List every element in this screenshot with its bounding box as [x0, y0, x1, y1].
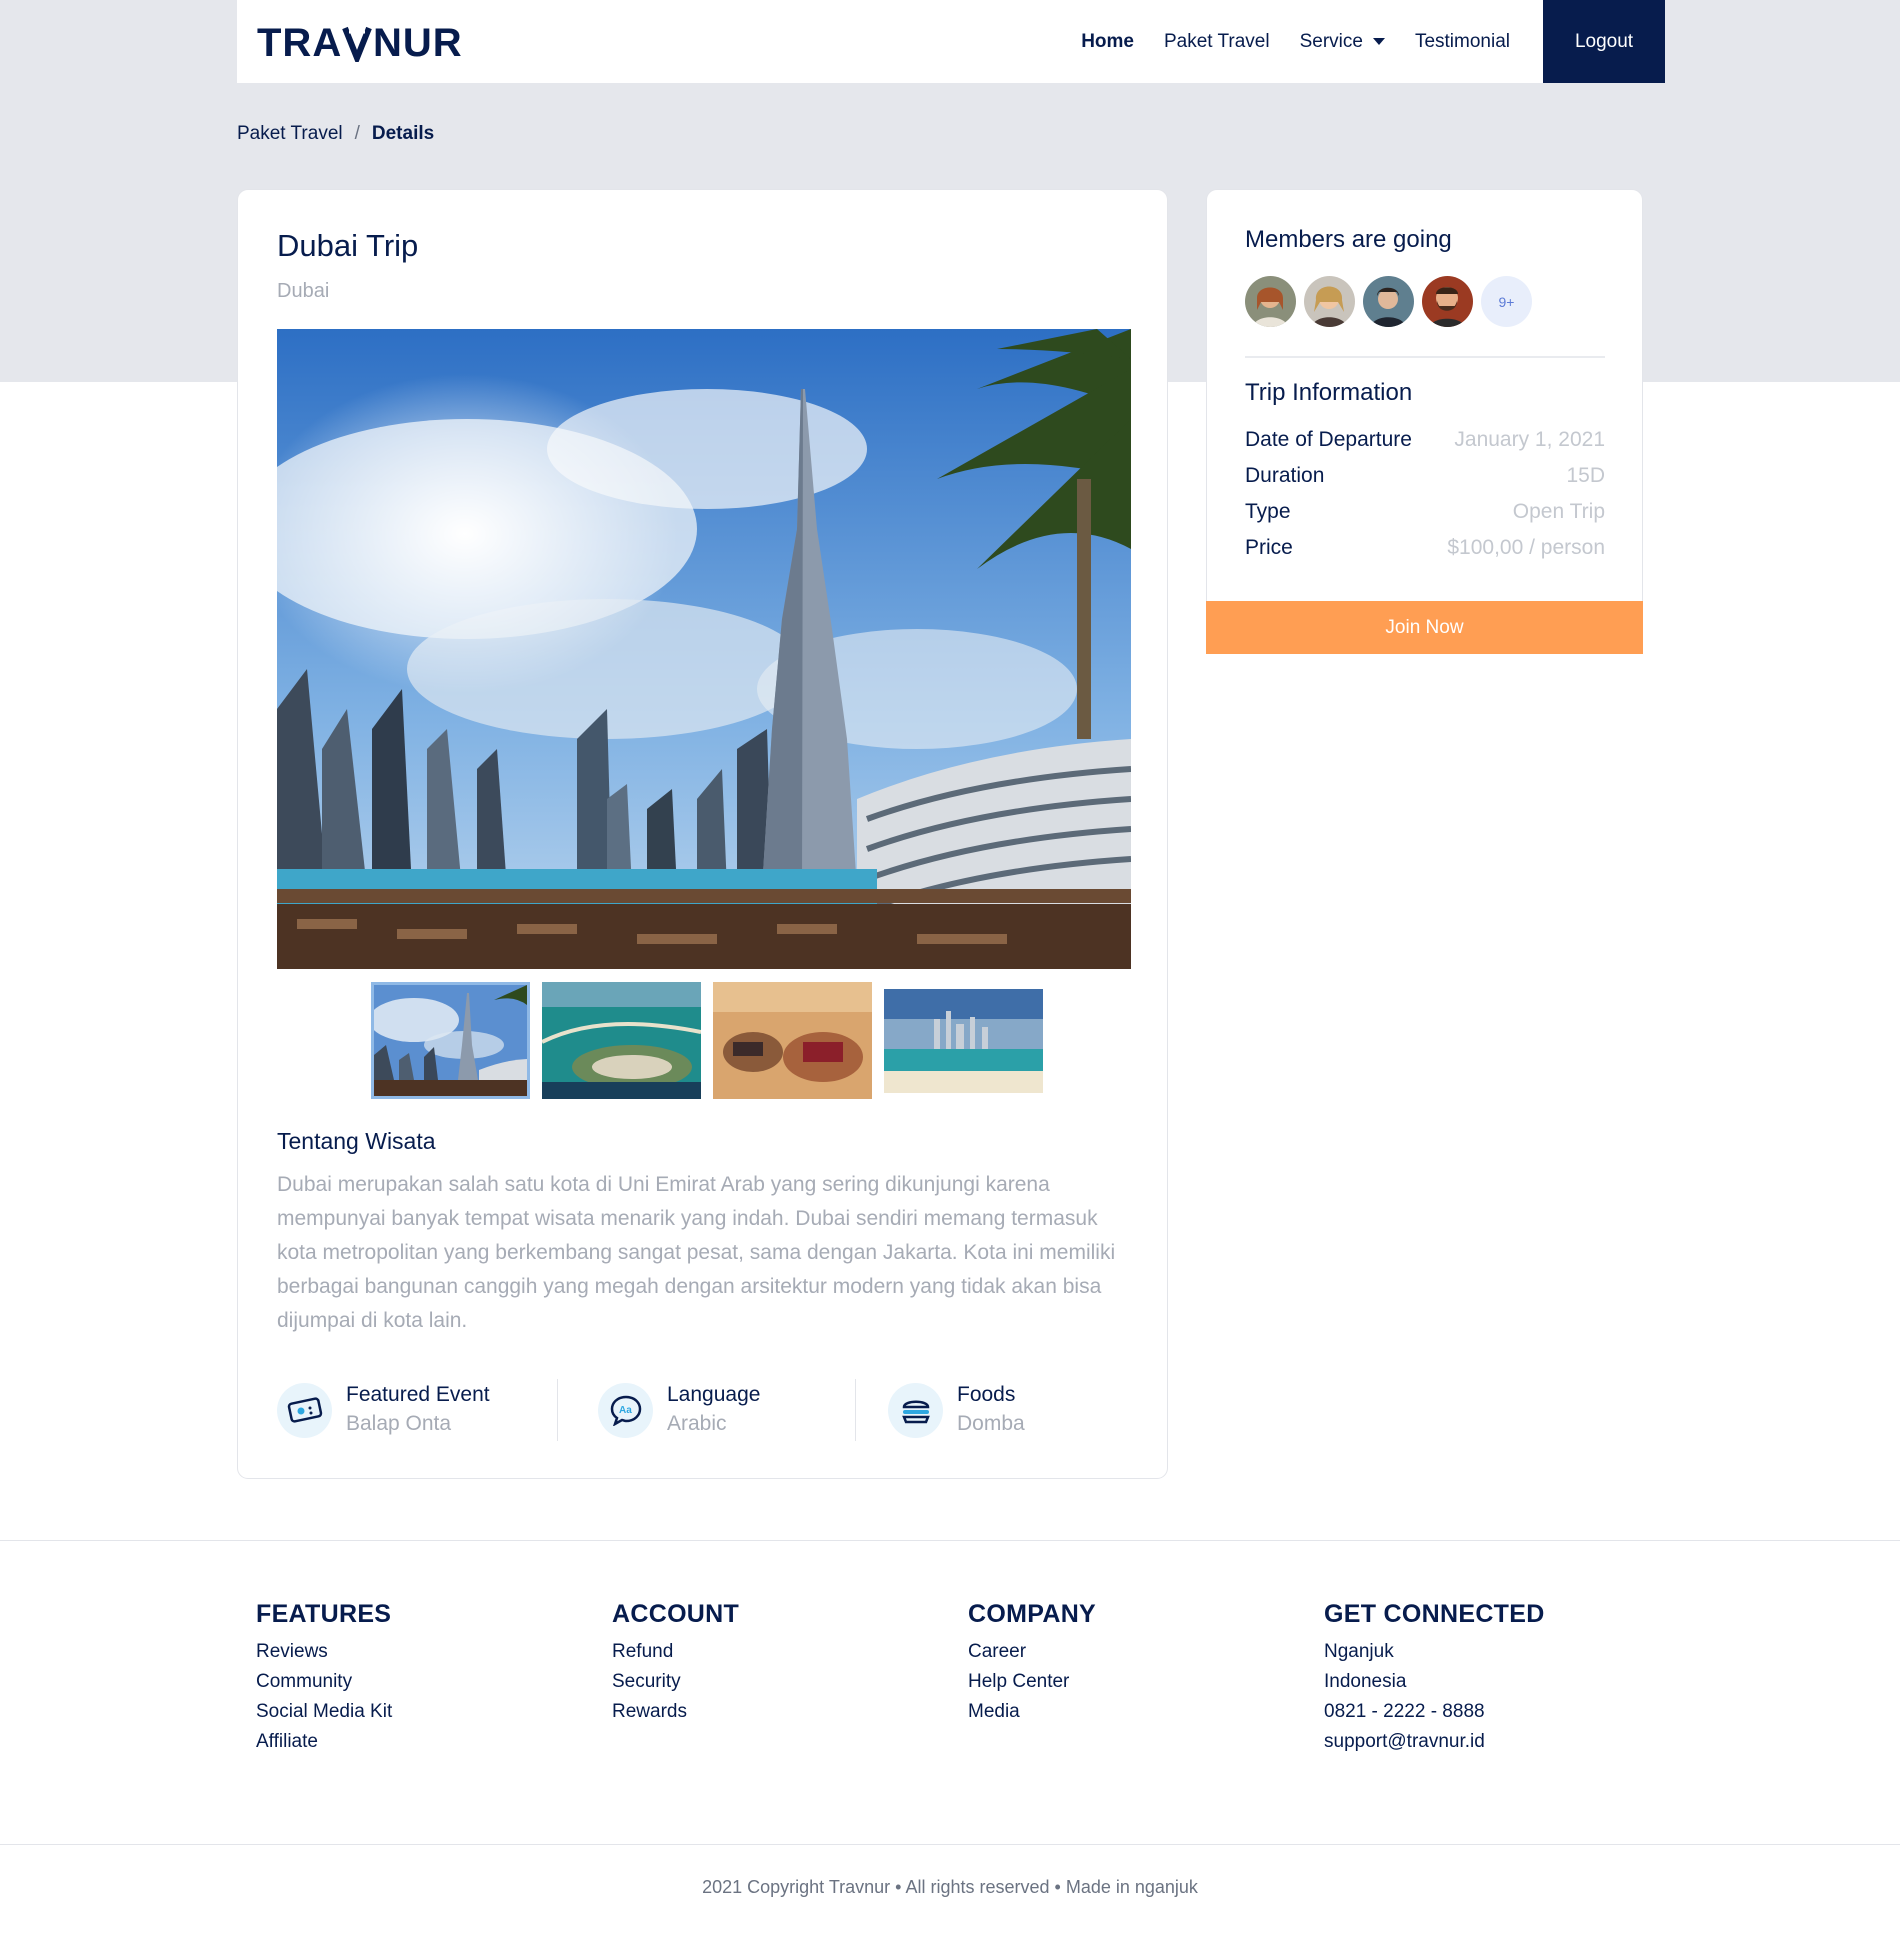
chat-language-icon: Aa — [598, 1382, 653, 1438]
trip-location: Dubai — [277, 280, 330, 302]
ticket-icon — [277, 1382, 332, 1438]
thumbnail-1[interactable] — [371, 982, 530, 1099]
brand-logo[interactable]: TRA NUR — [257, 22, 473, 62]
thumbnail-3[interactable] — [713, 982, 872, 1099]
info-row-price: Price $100,00 / person — [1245, 530, 1605, 566]
svg-text:NUR: NUR — [373, 22, 463, 62]
nav-paket-travel[interactable]: Paket Travel — [1164, 31, 1270, 53]
avatar[interactable] — [1245, 276, 1296, 327]
nav-service-label: Service — [1299, 30, 1363, 52]
caret-down-icon — [1372, 38, 1385, 45]
avatar[interactable] — [1422, 276, 1473, 327]
footer-contact-email[interactable]: support@travnur.id — [1324, 1727, 1545, 1757]
footer-link[interactable]: Help Center — [968, 1667, 1096, 1697]
burger-icon — [888, 1382, 943, 1438]
info-row-duration: Duration 15D — [1245, 458, 1605, 494]
footer-divider — [0, 1844, 1900, 1845]
footer-contact-country: Indonesia — [1324, 1671, 1407, 1692]
breadcrumb-separator: / — [354, 123, 360, 144]
about-text: Dubai merupakan salah satu kota di Uni E… — [277, 1173, 1116, 1332]
feature-language: Aa Language Arabic — [558, 1379, 855, 1441]
nav-links: Home Paket Travel Service Testimonial — [1051, 0, 1510, 83]
footer-contact-city: Nganjuk — [1324, 1641, 1394, 1662]
footer-col-get-connected: GET CONNECTED Nganjuk Indonesia 0821 - 2… — [1324, 1600, 1545, 1757]
footer-link[interactable]: Reviews — [256, 1637, 392, 1667]
svg-text:TRA: TRA — [257, 22, 342, 62]
feature-language-label: Language — [667, 1383, 761, 1406]
footer-link[interactable]: Rewards — [612, 1697, 739, 1727]
avatar[interactable] — [1304, 276, 1355, 327]
footer-link[interactable]: Security — [612, 1667, 739, 1697]
join-now-button[interactable]: Join Now — [1206, 601, 1643, 654]
feature-foods: Foods Domba — [856, 1379, 1025, 1441]
trip-info-title: Trip Information — [1245, 379, 1413, 406]
nav-testimonial[interactable]: Testimonial — [1415, 31, 1510, 53]
footer-col-company: COMPANY Career Help Center Media — [968, 1600, 1096, 1727]
info-key: Duration — [1245, 464, 1325, 487]
avatar[interactable] — [1363, 276, 1414, 327]
feature-language-value: Arabic — [667, 1412, 727, 1435]
trip-info-table: Date of Departure January 1, 2021 Durati… — [1245, 422, 1605, 566]
footer-col-title: COMPANY — [968, 1600, 1097, 1628]
footer-link[interactable]: Career — [968, 1637, 1096, 1667]
divider — [1245, 356, 1605, 358]
footer-col-title: GET CONNECTED — [1324, 1600, 1545, 1628]
footer-divider — [0, 1540, 1900, 1541]
info-row-departure: Date of Departure January 1, 2021 — [1245, 422, 1605, 458]
footer-col-title: FEATURES — [256, 1600, 392, 1628]
footer-col-account: ACCOUNT Refund Security Rewards — [612, 1600, 739, 1727]
breadcrumb-parent[interactable]: Paket Travel — [237, 123, 343, 145]
breadcrumb: Paket Travel / Details — [237, 123, 434, 145]
footer-contact-phone[interactable]: 0821 - 2222 - 8888 — [1324, 1697, 1545, 1727]
gallery-thumbnails — [371, 982, 1055, 1099]
feature-event: Featured Event Balap Onta — [277, 1379, 557, 1441]
svg-text:Aa: Aa — [619, 1405, 632, 1416]
feature-foods-label: Foods — [957, 1383, 1016, 1406]
trip-title: Dubai Trip — [277, 228, 419, 263]
logout-button[interactable]: Logout — [1543, 0, 1665, 83]
about-title: Tentang Wisata — [277, 1128, 436, 1154]
thumbnail-2[interactable] — [542, 982, 701, 1099]
info-value: $100,00 / person — [1447, 536, 1605, 559]
info-value: 15D — [1566, 464, 1605, 487]
info-row-type: Type Open Trip — [1245, 494, 1605, 530]
info-value: January 1, 2021 — [1454, 428, 1605, 451]
footer-col-title: ACCOUNT — [612, 1600, 740, 1628]
member-avatars: 9+ — [1245, 276, 1532, 327]
footer-link[interactable]: Community — [256, 1667, 392, 1697]
footer-col-features: FEATURES Reviews Community Social Media … — [256, 1600, 392, 1757]
footer-link[interactable]: Affiliate — [256, 1727, 392, 1757]
nav-home[interactable]: Home — [1081, 31, 1134, 53]
footer-link[interactable]: Social Media Kit — [256, 1697, 392, 1727]
trip-features: Featured Event Balap Onta Aa Language Ar… — [277, 1379, 1131, 1441]
main-gallery-image — [277, 329, 1131, 969]
feature-event-value: Balap Onta — [346, 1412, 452, 1435]
navbar: TRA NUR Home Paket Travel Service Testim… — [237, 0, 1665, 83]
info-key: Price — [1245, 536, 1293, 559]
info-value: Open Trip — [1512, 500, 1605, 523]
info-key: Date of Departure — [1245, 428, 1412, 451]
trip-details-card: Dubai Trip Dubai Tentang Wisata Dubai me… — [237, 189, 1168, 1479]
breadcrumb-current: Details — [371, 123, 435, 144]
footer-link[interactable]: Media — [968, 1697, 1096, 1727]
more-members-badge[interactable]: 9+ — [1481, 276, 1532, 327]
feature-event-label: Featured Event — [346, 1383, 490, 1406]
footer-link[interactable]: Refund — [612, 1637, 739, 1667]
feature-foods-value: Domba — [957, 1412, 1025, 1435]
members-title: Members are going — [1245, 226, 1452, 253]
copyright-text: 2021 Copyright Travnur • All rights rese… — [702, 1877, 1198, 1897]
trip-info-card: Members are going 9+ Trip Information Da… — [1206, 189, 1643, 654]
thumbnail-4[interactable] — [884, 988, 1043, 1093]
info-key: Type — [1245, 500, 1291, 523]
nav-service-dropdown[interactable]: Service — [1300, 31, 1385, 53]
